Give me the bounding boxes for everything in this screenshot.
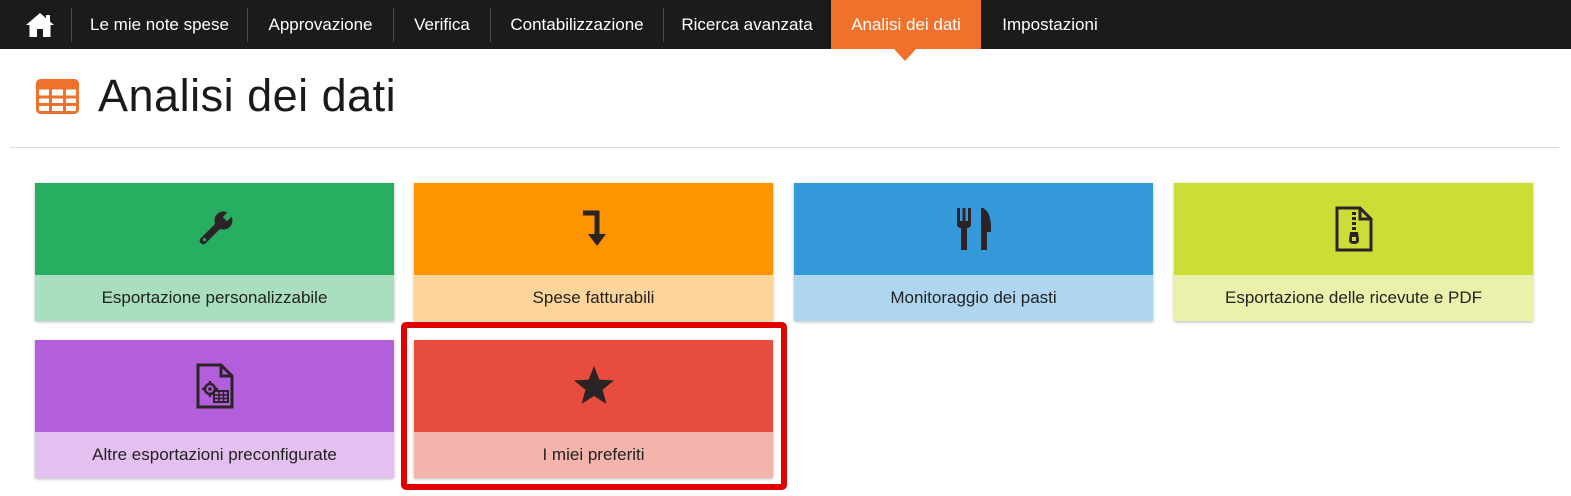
- nav-item-note-spese[interactable]: Le mie note spese: [72, 0, 247, 49]
- tile-esportazione-ricevute-pdf[interactable]: Esportazione delle ricevute e PDF: [1174, 183, 1533, 321]
- active-tab-indicator: [894, 49, 916, 61]
- tile-header: [414, 183, 773, 275]
- tile-header: [35, 183, 394, 275]
- tile-label: Monitoraggio dei pasti: [794, 275, 1153, 321]
- tile-label: Altre esportazioni preconfigurate: [35, 432, 394, 478]
- tile-altre-esportazioni[interactable]: Altre esportazioni preconfigurate: [35, 340, 394, 478]
- page-title: Analisi dei dati: [98, 70, 397, 121]
- tile-label: Esportazione delle ricevute e PDF: [1174, 275, 1533, 321]
- tile-spese-fatturabili[interactable]: Spese fatturabili: [414, 183, 773, 321]
- table-icon: [36, 79, 79, 114]
- tile-header: [1174, 183, 1533, 275]
- tile-header: [35, 340, 394, 432]
- home-button[interactable]: [10, 0, 70, 49]
- tile-header: [794, 183, 1153, 275]
- wrench-icon: [199, 210, 233, 245]
- nav-item-analisi-dati[interactable]: Analisi dei dati: [831, 0, 981, 49]
- highlight-frame: [401, 322, 787, 490]
- tile-label: Spese fatturabili: [414, 275, 773, 321]
- tile-esportazione-personalizzabile[interactable]: Esportazione personalizzabile: [35, 183, 394, 321]
- nav-item-impostazioni[interactable]: Impostazioni: [981, 0, 1119, 49]
- top-navbar: Le mie note spese Approvazione Verifica …: [0, 0, 1571, 49]
- zip-file-icon: [1335, 206, 1372, 252]
- nav-item-ricerca-avanzata[interactable]: Ricerca avanzata: [664, 0, 830, 49]
- home-icon: [26, 12, 54, 37]
- tile-label: Esportazione personalizzabile: [35, 275, 394, 321]
- nav-item-contabilizzazione[interactable]: Contabilizzazione: [491, 0, 663, 49]
- header-divider: [10, 147, 1559, 148]
- spreadsheet-settings-icon: [196, 363, 233, 409]
- nav-item-approvazione[interactable]: Approvazione: [248, 0, 393, 49]
- cutlery-icon: [956, 208, 991, 250]
- nav-item-verifica[interactable]: Verifica: [394, 0, 490, 49]
- tile-monitoraggio-pasti[interactable]: Monitoraggio dei pasti: [794, 183, 1153, 321]
- level-down-arrow-icon: [582, 210, 606, 246]
